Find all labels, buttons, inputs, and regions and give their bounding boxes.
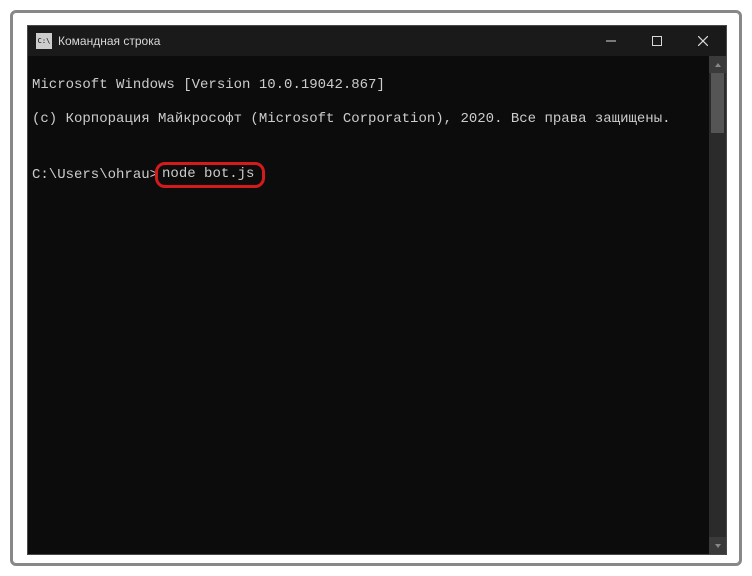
close-button[interactable] <box>680 26 726 56</box>
minimize-button[interactable] <box>588 26 634 56</box>
close-icon <box>698 36 708 46</box>
minimize-icon <box>606 36 616 46</box>
scroll-up-button[interactable] <box>709 56 726 73</box>
titlebar[interactable]: Командная строка <box>28 26 726 56</box>
cmd-icon <box>36 33 52 49</box>
command-prompt-window: Командная строка Microsoft Windows [Vers… <box>27 25 727 555</box>
scroll-thumb[interactable] <box>711 73 724 133</box>
terminal-area: Microsoft Windows [Version 10.0.19042.86… <box>28 56 726 554</box>
maximize-button[interactable] <box>634 26 680 56</box>
scroll-down-button[interactable] <box>709 537 726 554</box>
prompt-text: C:\Users\ohrau> <box>32 167 158 184</box>
window-title: Командная строка <box>58 34 160 48</box>
chevron-down-icon <box>714 542 722 550</box>
vertical-scrollbar[interactable] <box>709 56 726 554</box>
output-line: (c) Корпорация Майкрософт (Microsoft Cor… <box>32 111 707 128</box>
command-highlight: node bot.js <box>155 162 265 188</box>
terminal-output[interactable]: Microsoft Windows [Version 10.0.19042.86… <box>28 56 709 554</box>
maximize-icon <box>652 36 662 46</box>
window-controls <box>588 26 726 56</box>
command-text: node bot.js <box>162 166 254 182</box>
chevron-up-icon <box>714 61 722 69</box>
prompt-line: C:\Users\ohrau>node bot.js <box>32 162 707 188</box>
output-line: Microsoft Windows [Version 10.0.19042.86… <box>32 77 707 94</box>
screenshot-frame: Командная строка Microsoft Windows [Vers… <box>10 10 742 566</box>
